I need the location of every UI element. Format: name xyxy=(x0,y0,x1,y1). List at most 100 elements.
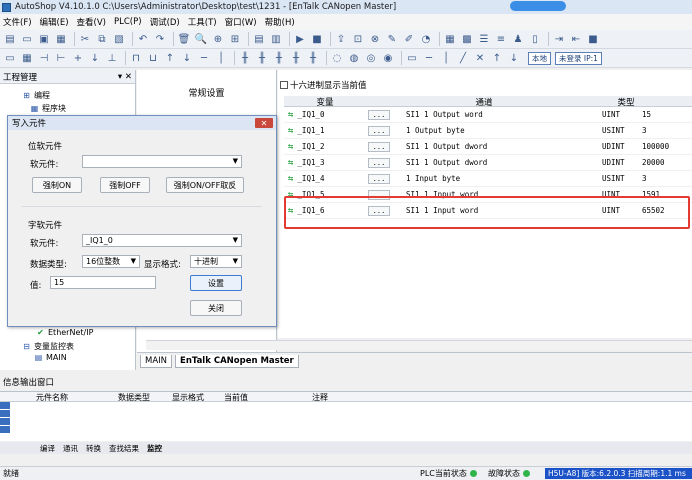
pin-icon[interactable]: ▾ xyxy=(118,72,122,82)
col-type[interactable]: 类型 xyxy=(602,96,650,108)
display-format-select[interactable]: 十进制 ▼ xyxy=(190,255,242,268)
window-icon[interactable]: ▭ xyxy=(3,51,17,65)
doc-icon[interactable]: ▯ xyxy=(528,32,542,46)
variable-cell[interactable]: ⇆ _IQ1_3 xyxy=(284,158,366,168)
user-icon[interactable]: ♟ xyxy=(511,32,525,46)
save-icon[interactable]: ▣ xyxy=(37,32,51,46)
checkbox-box[interactable] xyxy=(280,81,288,89)
edit-icon[interactable]: ✎ xyxy=(385,32,399,46)
redo-icon[interactable]: ↷ xyxy=(153,32,167,46)
coil-icon[interactable]: ⊓ xyxy=(129,51,143,65)
info-col-comment[interactable]: 注释 xyxy=(312,392,432,402)
io-row[interactable]: ⇆ _IQ1_0... SI1 1 Output word UINT 15 xyxy=(284,107,692,123)
network-icon[interactable]: ⊕ xyxy=(211,32,225,46)
monitor-icon[interactable]: ⊡ xyxy=(351,32,365,46)
force-toggle-button[interactable]: 强制ON/OFF取反 xyxy=(166,177,244,193)
local-button[interactable]: 本地 xyxy=(528,51,551,65)
set-coil-icon[interactable]: ⊔ xyxy=(146,51,160,65)
write-icon[interactable]: ✐ xyxy=(402,32,416,46)
import-icon[interactable]: ⇥ xyxy=(552,32,566,46)
coil-a-icon[interactable]: ◌ xyxy=(330,51,344,65)
line-h-icon[interactable]: ─ xyxy=(197,51,211,65)
contact-c-icon[interactable]: ╫ xyxy=(272,51,286,65)
bit-element-combo[interactable]: ▼ xyxy=(82,155,242,168)
menu-help[interactable]: 帮助(H) xyxy=(265,16,295,28)
menu-edit[interactable]: 编辑(E) xyxy=(40,16,69,28)
grid-icon[interactable]: ▦ xyxy=(20,51,34,65)
tab-comm[interactable]: 通讯 xyxy=(63,443,78,454)
browse-button[interactable]: ... xyxy=(368,157,390,168)
set-button[interactable]: 设置 xyxy=(190,275,242,291)
io-row[interactable]: ⇆ _IQ1_3... SI1 1 Output dword UDINT 20000 xyxy=(284,155,692,171)
col-variable[interactable]: 变量 xyxy=(284,96,366,108)
tab-find-results[interactable]: 查找结果 xyxy=(109,443,139,454)
lines-icon[interactable]: ≡ xyxy=(494,32,508,46)
fall-edge-icon[interactable]: ↓ xyxy=(180,51,194,65)
grid-icon[interactable]: ▩ xyxy=(460,32,474,46)
hex-display-checkbox[interactable]: 十六进制显示当前值 xyxy=(280,79,367,91)
closed-contact-icon[interactable]: ⊢ xyxy=(54,51,68,65)
copy-icon[interactable]: ⧉ xyxy=(95,32,109,46)
search-icon[interactable]: 🔍 xyxy=(194,32,208,46)
tab-compile[interactable]: 编译 xyxy=(40,443,55,454)
export-icon[interactable]: ⇤ xyxy=(569,32,583,46)
tree-item-programming[interactable]: ⊞ 编程 xyxy=(22,90,50,101)
close-icon[interactable]: ✕ xyxy=(125,72,132,82)
coil-c-icon[interactable]: ◎ xyxy=(364,51,378,65)
hline-icon[interactable]: ─ xyxy=(422,51,436,65)
tab-convert[interactable]: 转换 xyxy=(86,443,101,454)
down-arrow-icon[interactable]: ↓ xyxy=(88,51,102,65)
variable-cell[interactable]: ⇆ _IQ1_2 xyxy=(284,142,366,152)
down-icon[interactable]: ↓ xyxy=(507,51,521,65)
variable-cell[interactable]: ⇆ _IQ1_0 xyxy=(284,110,366,120)
print-icon[interactable]: ▦ xyxy=(54,32,68,46)
contact-d-icon[interactable]: ╫ xyxy=(289,51,303,65)
add-icon[interactable]: + xyxy=(71,51,85,65)
rise-edge-icon[interactable]: ↑ xyxy=(163,51,177,65)
func-icon[interactable]: ▭ xyxy=(405,51,419,65)
line-v-icon[interactable]: │ xyxy=(214,51,228,65)
variable-cell[interactable]: ⇆ _IQ1_4 xyxy=(284,174,366,184)
open-contact-icon[interactable]: ⊣ xyxy=(37,51,51,65)
force-off-button[interactable]: 强制OFF xyxy=(100,177,150,193)
run-icon[interactable]: ▶ xyxy=(293,32,307,46)
info-col-name[interactable]: 元件名称 xyxy=(36,392,118,402)
vline-icon[interactable]: │ xyxy=(439,51,453,65)
tab-main[interactable]: MAIN xyxy=(140,355,173,368)
variable-cell[interactable]: ⇆ _IQ1_1 xyxy=(284,126,366,136)
col-channel[interactable]: 通道 xyxy=(366,96,602,108)
menu-file[interactable]: 文件(F) xyxy=(3,16,32,28)
undo-icon[interactable]: ↶ xyxy=(136,32,150,46)
io-row[interactable]: ⇆ _IQ1_4... 1 Input byte USINT 3 xyxy=(284,171,692,187)
menu-debug[interactable]: 调试(D) xyxy=(150,16,180,28)
tree-item-variable-monitor[interactable]: ⊟ 变量监控表 xyxy=(22,341,74,352)
tree-item-main[interactable]: ▤ MAIN xyxy=(34,353,67,362)
diag-icon[interactable]: ╱ xyxy=(456,51,470,65)
menu-tools[interactable]: 工具(T) xyxy=(188,16,217,28)
table-icon[interactable]: ▦ xyxy=(443,32,457,46)
info-col-type[interactable]: 数据类型 xyxy=(118,392,172,402)
data-type-select[interactable]: 16位整数 ▼ xyxy=(82,255,140,268)
upload-icon[interactable]: ⇪ xyxy=(334,32,348,46)
coil-d-icon[interactable]: ◉ xyxy=(381,51,395,65)
browse-button[interactable]: ... xyxy=(368,173,390,184)
browse-button[interactable]: ... xyxy=(368,141,390,152)
word-element-combo[interactable]: _IQ1_0 ▼ xyxy=(82,234,242,247)
cross-icon[interactable]: ✕ xyxy=(473,51,487,65)
watch-icon[interactable]: ◔ xyxy=(419,32,433,46)
device-icon[interactable]: ⊞ xyxy=(228,32,242,46)
tab-monitor[interactable]: 监控 xyxy=(147,443,162,454)
download-icon[interactable]: ▥ xyxy=(269,32,283,46)
menu-window[interactable]: 窗口(W) xyxy=(225,16,257,28)
panel-icon[interactable]: ■ xyxy=(586,32,600,46)
list-icon[interactable]: ☰ xyxy=(477,32,491,46)
delete-icon[interactable]: 🗑 xyxy=(177,32,191,46)
io-row[interactable]: ⇆ _IQ1_2... SI1 1 Output dword UDINT 100000 xyxy=(284,139,692,155)
open-folder-icon[interactable]: ▭ xyxy=(20,32,34,46)
info-col-format[interactable]: 显示格式 xyxy=(172,392,224,402)
tab-entalk-canopen[interactable]: EnTalk CANopen Master xyxy=(175,355,299,368)
close-icon[interactable]: ✕ xyxy=(255,118,273,128)
io-row[interactable]: ⇆ _IQ1_1... 1 Output byte USINT 3 xyxy=(284,123,692,139)
up-icon[interactable]: ↑ xyxy=(490,51,504,65)
stop-icon[interactable]: ■ xyxy=(310,32,324,46)
